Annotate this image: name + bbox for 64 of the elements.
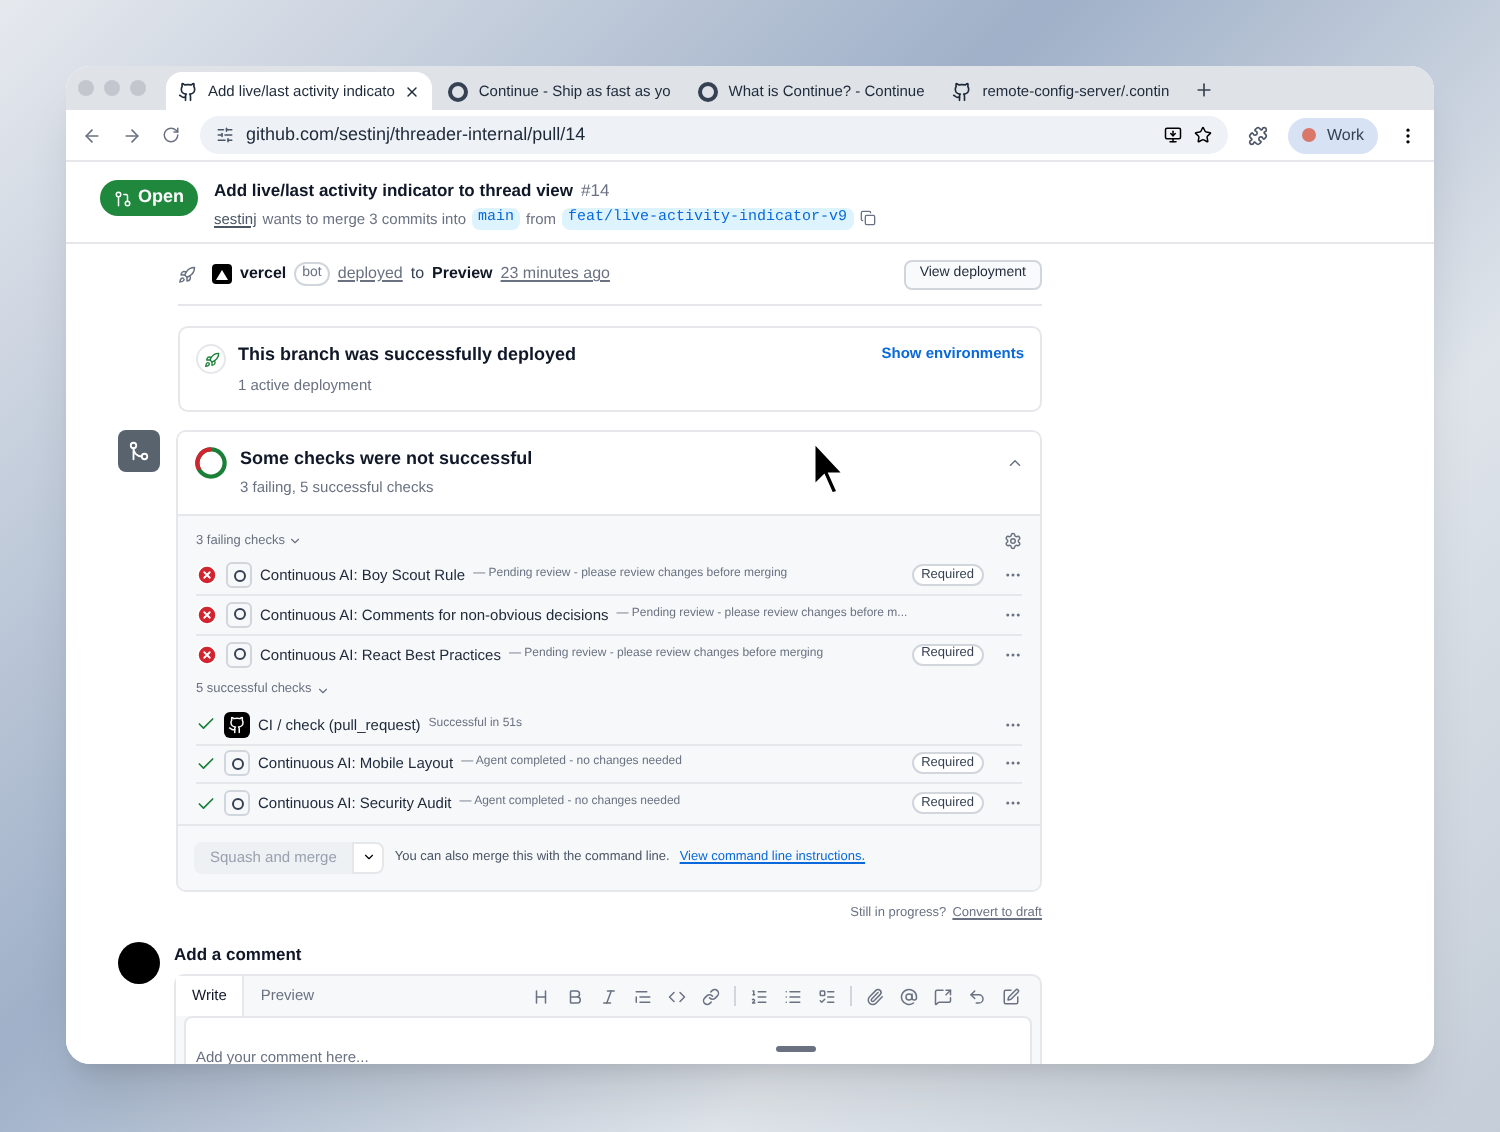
rocket-icon (178, 265, 196, 283)
resize-handle (776, 1046, 816, 1052)
failed-icon (196, 564, 218, 587)
numbered-list-icon[interactable] (750, 987, 768, 1005)
chevron-down-icon[interactable] (315, 683, 330, 697)
address-bar[interactable]: github.com/sestinj/threader-internal/pull/14 (200, 116, 1229, 154)
failed-icon (196, 603, 218, 626)
quote-icon[interactable] (634, 987, 652, 1005)
heading-icon[interactable] (532, 987, 550, 1005)
bookmark-icon[interactable] (1194, 126, 1213, 144)
close-tab-icon[interactable] (404, 83, 421, 99)
failed-icon (196, 643, 218, 666)
github-logo-icon (224, 711, 250, 738)
mention-icon[interactable] (900, 987, 918, 1005)
continue-logo-icon (226, 562, 252, 589)
merge-icon (118, 429, 160, 472)
continue-logo-icon (224, 750, 250, 777)
pr-title: Add live/last activity indicator to thread view (214, 178, 574, 204)
continue-logo-icon (226, 601, 252, 628)
time-link[interactable]: 23 minutes ago (500, 262, 610, 286)
italic-icon[interactable] (600, 987, 618, 1005)
caret-icon (361, 850, 376, 864)
github-icon (952, 81, 973, 101)
github-icon (178, 81, 198, 101)
continue-logo-icon (224, 790, 250, 817)
to-text: to (410, 262, 425, 286)
check-icon (196, 753, 216, 774)
deployment-title: This branch was successfully deployed (238, 342, 579, 368)
checks-title: Some checks were not successful (240, 445, 535, 472)
deployed-link[interactable]: deployed (337, 262, 403, 286)
chevron-down-icon[interactable] (288, 534, 303, 548)
continue-logo-icon (448, 81, 469, 101)
check-icon (196, 714, 216, 735)
forward-icon[interactable] (122, 125, 142, 145)
task-list-icon[interactable] (818, 987, 836, 1005)
comment-heading: Add a comment (174, 942, 304, 968)
actor-link[interactable]: vercel (240, 262, 287, 286)
fullscreen-icon[interactable] (1002, 987, 1020, 1005)
bold-icon[interactable] (566, 987, 584, 1005)
profile-button[interactable]: Work (1288, 117, 1378, 153)
extensions-icon[interactable] (1248, 125, 1269, 145)
copy-icon[interactable] (859, 210, 876, 227)
continue-logo-icon (698, 81, 719, 101)
site-settings-icon[interactable] (216, 126, 234, 144)
reference-icon[interactable] (934, 987, 952, 1005)
continue-logo-icon (226, 641, 252, 668)
avatar-icon (1302, 128, 1317, 142)
checks-status-ring-icon (194, 445, 228, 480)
back-icon[interactable] (82, 125, 102, 145)
settings-icon[interactable] (1004, 532, 1022, 550)
environment-name: Preview (432, 262, 493, 286)
pr-number: #14 (581, 178, 610, 204)
link-icon[interactable] (702, 987, 720, 1005)
install-icon[interactable] (1164, 126, 1183, 144)
new-tab-icon[interactable] (1193, 80, 1214, 100)
bullet-list-icon[interactable] (784, 987, 802, 1005)
open-status-badge: Open (100, 180, 199, 216)
reload-icon[interactable] (162, 126, 180, 144)
check-icon (196, 793, 216, 814)
code-icon[interactable] (668, 987, 686, 1005)
vercel-logo-icon (212, 264, 232, 284)
rocket-icon (196, 344, 226, 374)
reply-icon[interactable] (968, 987, 986, 1005)
paperclip-icon[interactable] (866, 987, 884, 1005)
